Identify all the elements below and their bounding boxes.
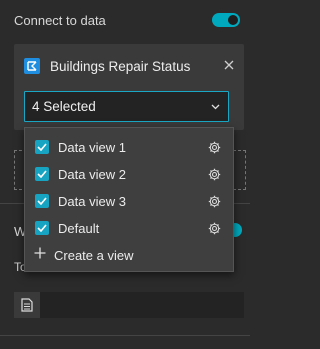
create-view-label: Create a view	[54, 247, 134, 263]
gear-icon[interactable]	[207, 167, 221, 181]
close-icon[interactable]	[224, 58, 234, 74]
menu-item-data-view-3[interactable]: Data view 3	[35, 191, 221, 211]
create-view-button[interactable]: Create a view	[33, 245, 133, 265]
toggle-knob	[228, 15, 238, 25]
datasource-card: Buildings Repair Status 4 Selected	[14, 44, 244, 130]
checkbox-checked[interactable]	[35, 140, 49, 154]
gear-icon[interactable]	[207, 194, 221, 208]
menu-item-default[interactable]: Default	[35, 218, 221, 238]
menu-item-data-view-1[interactable]: Data view 1	[35, 137, 221, 157]
checkbox-checked[interactable]	[35, 194, 49, 208]
checkbox-checked[interactable]	[35, 167, 49, 181]
gear-icon[interactable]	[207, 221, 221, 235]
connect-to-data-toggle[interactable]	[212, 13, 240, 27]
gear-icon[interactable]	[207, 140, 221, 154]
settings-panel: Connect to data Buildings Repair Status …	[0, 0, 250, 349]
checkbox-checked[interactable]	[35, 221, 49, 235]
data-view-menu: Data view 1 Data view 2 Data view 3 Defa…	[24, 127, 234, 272]
menu-item-label: Default	[58, 220, 100, 236]
connect-to-data-label: Connect to data	[14, 12, 106, 28]
bottom-divider	[0, 335, 250, 336]
datasource-title: Buildings Repair Status	[50, 58, 191, 74]
expression-row	[14, 292, 244, 318]
datasource-icon	[24, 58, 40, 74]
menu-item-label: Data view 3	[58, 193, 126, 209]
document-icon[interactable]	[14, 292, 40, 318]
menu-item-label: Data view 2	[58, 166, 126, 182]
connect-to-data-row: Connect to data	[14, 10, 240, 30]
menu-item-data-view-2[interactable]: Data view 2	[35, 164, 221, 184]
plus-icon	[33, 247, 47, 263]
menu-item-label: Data view 1	[58, 139, 126, 155]
chevron-down-icon	[210, 102, 220, 112]
data-view-select[interactable]: 4 Selected	[24, 91, 229, 122]
expression-field[interactable]	[40, 292, 244, 318]
data-view-select-value: 4 Selected	[32, 99, 96, 114]
datasource-header: Buildings Repair Status	[24, 56, 234, 76]
